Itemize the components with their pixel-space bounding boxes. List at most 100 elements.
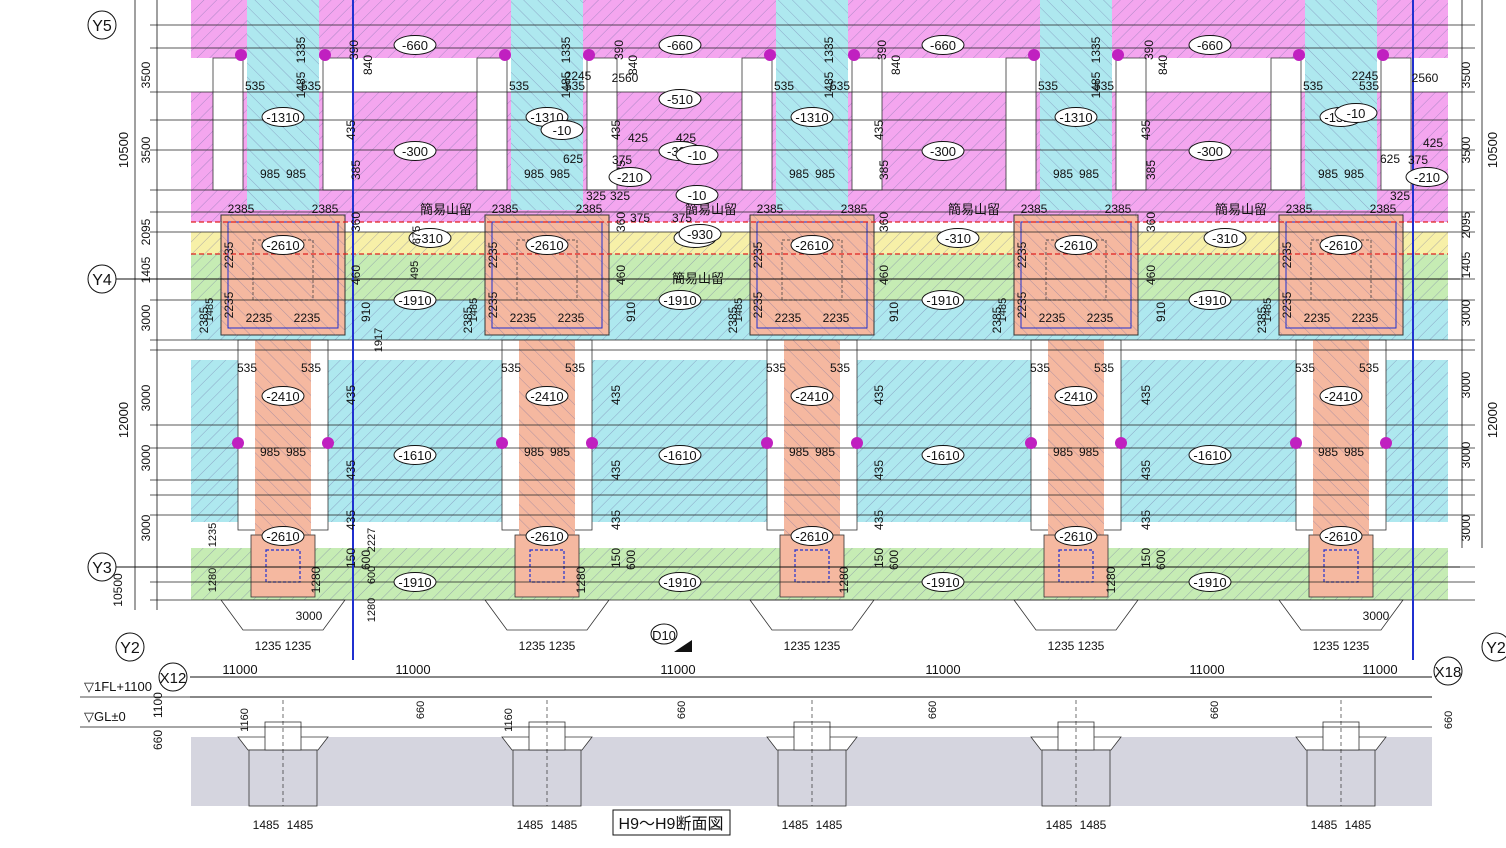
dim-535: 535 [301,361,321,375]
dim-1280: 1280 [366,598,378,622]
dim-460: 460 [614,265,628,285]
dim-1917: 1917 [373,328,385,352]
marker-dot [586,437,598,449]
dim-1485: 1485 [294,71,308,98]
dim-435: 435 [872,460,886,480]
dim-2385: 2385 [312,202,339,216]
marker-dot [1380,437,1392,449]
dim-1235: 1235 [549,639,576,653]
elevation-label: -2610 [266,238,299,253]
elevation-label: -2610 [1059,529,1092,544]
marker-dot [764,49,776,61]
dim-360: 360 [877,212,891,232]
dim-435: 435 [872,120,886,140]
dim-150: 150 [872,548,886,568]
marker-dot [1115,437,1127,449]
dim-1235: 1235 [285,639,312,653]
cad-viewport[interactable]: 985 985 985 985 535 535 535 535 2385 2385 2235 2235… [0,0,1506,848]
foundation-plan-drawing[interactable]: 985 985 985 985 535 535 535 535 2385 2385 2235 2235… [0,0,1506,848]
dim-495: 495 [409,261,421,279]
dim-1485: 1485 [822,71,836,98]
callout-d10: D10 [650,623,692,652]
pile-cap-hatch [221,215,345,335]
dim-910: 910 [359,302,373,322]
dim-390: 390 [1142,40,1156,60]
dim-985: 985 [1344,167,1364,181]
dim-2385: 2385 [841,202,868,216]
dim-390: 390 [347,40,361,60]
footing-trapezoid [1013,599,1139,631]
dim-435: 435 [609,460,623,480]
section-title: H9～H9断面図 [619,815,724,833]
dim-625: 625 [563,152,583,166]
column-strip-hatch [1040,0,1112,210]
dim-535: 535 [1038,79,1058,93]
elevation-label: -2410 [530,389,563,404]
dim-600: 600 [887,550,901,570]
elevation-label: -2610 [1059,238,1092,253]
dim-535: 535 [501,361,521,375]
elevation-label: -660 [667,38,693,53]
right-dim: 3500 [1459,61,1473,88]
dim-985: 985 [1053,167,1073,181]
dim-150: 150 [1139,548,1153,568]
elevation-label: -2410 [795,389,828,404]
dim-1280: 1280 [1104,566,1118,593]
dim-2560: 2560 [612,71,639,85]
left-dim: 3000 [139,444,153,471]
dim-985: 985 [789,167,809,181]
dim-1335: 1335 [822,36,836,63]
dim-1280: 1280 [207,568,219,592]
elevation-label: -1610 [663,448,696,463]
dim-435: 435 [609,510,623,530]
dim-2385: 2385 [1021,202,1048,216]
dim-535: 535 [565,361,585,375]
dim-985: 985 [1318,167,1338,181]
elevation-label: -660 [1197,38,1223,53]
dim-2235: 2235 [246,311,273,325]
elevation-label: -2610 [530,238,563,253]
dim-150: 150 [609,548,623,568]
elevation-label: -300 [1197,144,1223,159]
right-dim: 1405 [1459,251,1473,278]
dim-435: 435 [609,120,623,140]
dim-325: 325 [586,189,606,203]
elevation-label: -1610 [1193,448,1226,463]
dim-985: 985 [1344,445,1364,459]
dim-535: 535 [1295,361,1315,375]
elevation-label: -1910 [398,293,431,308]
span-dim: 11000 [660,662,695,677]
dim-2235: 2235 [222,241,236,268]
section-dim-660: 660 [1443,711,1455,729]
elevation-label: -930 [687,227,713,242]
section-dim-1160: 1160 [239,708,251,732]
left-dim: 3000 [139,384,153,411]
section-dim-1485: 1485 [517,818,544,832]
section-dim-1485: 1485 [253,818,280,832]
level-1fl: ▽1FL+1100 [84,679,152,694]
dim-435: 435 [872,385,886,405]
right-dim: 3000 [1459,371,1473,398]
marker-dot [1293,49,1305,61]
dim-2235: 2235 [1015,291,1029,318]
left-dim: 2095 [139,218,153,245]
elevation-label: -2610 [530,529,563,544]
dim-375: 375 [630,211,650,225]
dim-2245: 2245 [565,69,592,83]
dim-1280: 1280 [309,566,323,593]
span-dim: 11000 [222,662,257,677]
dim-1485: 1485 [1089,71,1103,98]
left-dim: 10500 [111,573,125,607]
marker-dot [319,49,331,61]
dim-460: 460 [349,265,363,285]
dim-2235: 2235 [751,291,765,318]
dim-435: 435 [609,385,623,405]
section-dim-1485: 1485 [1080,818,1107,832]
dim-2385: 2385 [1105,202,1132,216]
marker-dot [851,437,863,449]
dim-1235: 1235 [519,639,546,653]
dim-2235: 2235 [1280,291,1294,318]
dim-360: 360 [1144,212,1158,232]
marker-dot [235,49,247,61]
dim-1235: 1235 [1048,639,1075,653]
